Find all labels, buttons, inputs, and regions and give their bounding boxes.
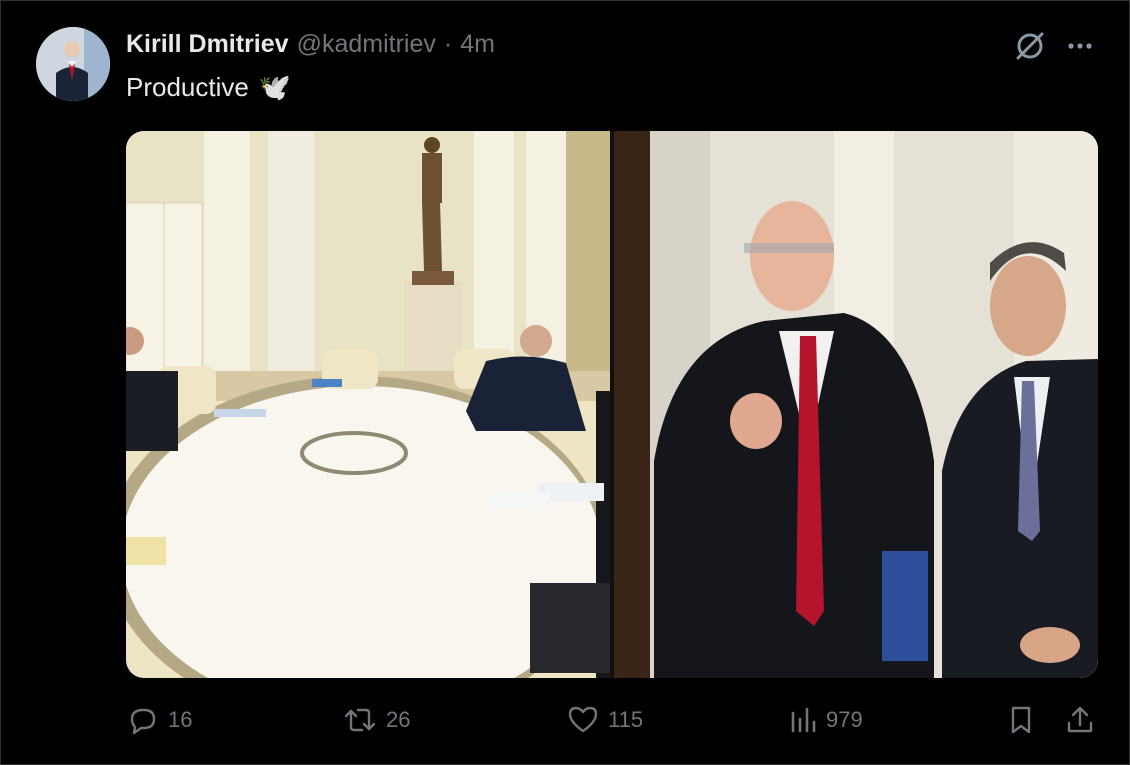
bookmark-icon: [1011, 706, 1031, 734]
repost-count: 26: [386, 707, 411, 732]
author-handle[interactable]: @kadmitriev: [297, 30, 436, 59]
timestamp[interactable]: 4m: [460, 30, 495, 59]
views-icon: [791, 707, 816, 733]
reply-count: 16: [168, 707, 193, 732]
tweet-header: Kirill Dmitriev @kadmitriev · 4m: [126, 30, 495, 62]
bookmark-button[interactable]: [1006, 700, 1036, 740]
more-icon[interactable]: [1062, 28, 1098, 64]
share-icon: [1067, 706, 1093, 733]
like-button[interactable]: 115: [566, 700, 643, 740]
photo-meeting-table[interactable]: [126, 131, 610, 678]
views-button[interactable]: 979: [788, 700, 863, 740]
dove-emoji: 🕊️: [258, 72, 292, 102]
tweet-text: Productive 🕊️: [126, 72, 291, 103]
views-count: 979: [826, 707, 863, 732]
repost-button[interactable]: 26: [342, 700, 410, 740]
action-bar: 16 26 115 979: [126, 700, 1098, 740]
grok-icon[interactable]: [1012, 28, 1048, 64]
photo-two-men-standing[interactable]: [614, 131, 1098, 678]
reply-icon: [130, 708, 156, 735]
tweet-text-body: Productive: [126, 72, 249, 102]
share-button[interactable]: [1064, 700, 1096, 740]
author-name[interactable]: Kirill Dmitriev: [126, 30, 289, 59]
repost-icon: [344, 708, 376, 732]
heart-icon: [568, 706, 598, 733]
avatar[interactable]: [36, 27, 110, 101]
like-count: 115: [608, 707, 644, 732]
separator-dot: ·: [443, 30, 453, 58]
media-grid: [126, 131, 1098, 678]
reply-button[interactable]: 16: [126, 700, 192, 740]
